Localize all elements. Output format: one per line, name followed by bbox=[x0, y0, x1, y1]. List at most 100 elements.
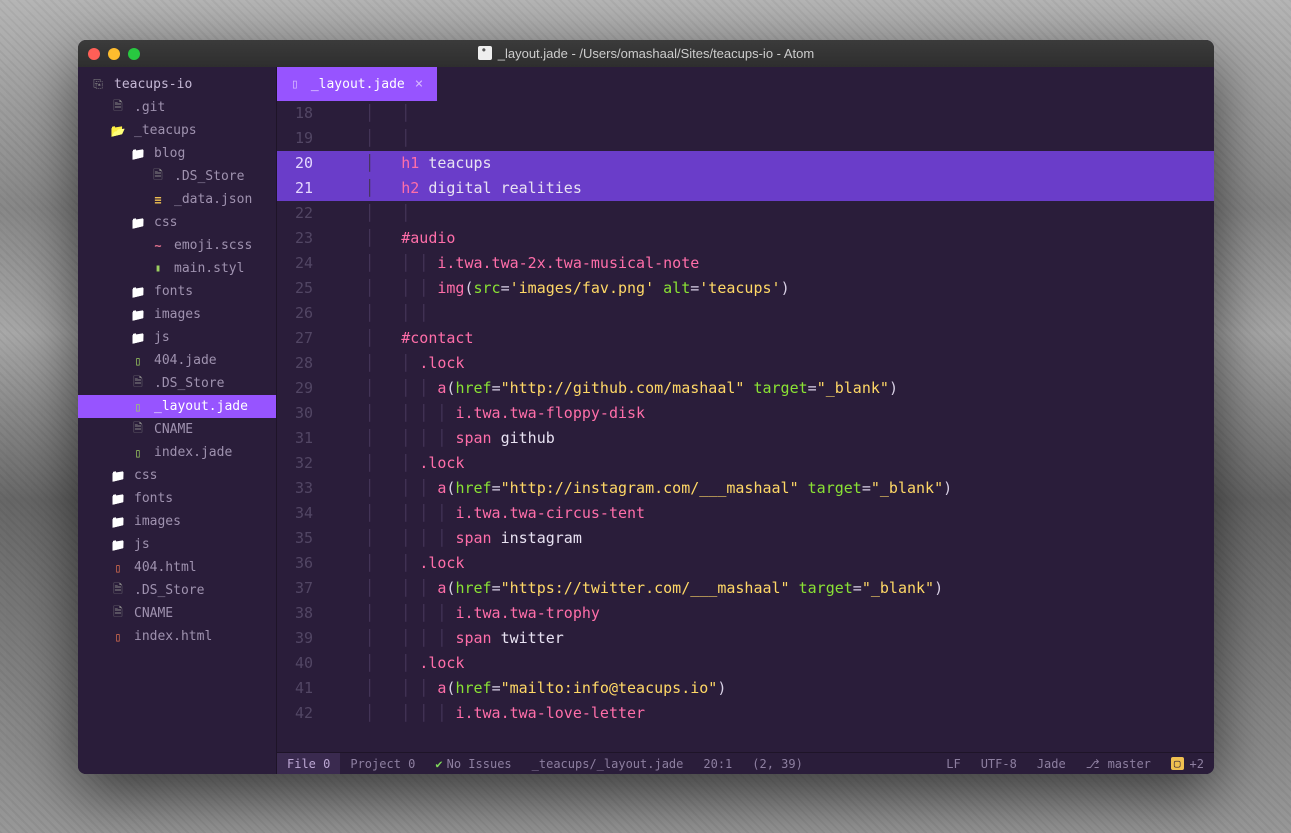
file-icon bbox=[110, 606, 126, 622]
line-number[interactable]: 40 bbox=[280, 651, 313, 676]
code-line[interactable]: │ │ │ │ span github bbox=[321, 426, 1214, 451]
close-tab-button[interactable]: × bbox=[415, 76, 423, 92]
code-line[interactable]: │ │ .lock bbox=[321, 651, 1214, 676]
zoom-window-button[interactable] bbox=[128, 48, 140, 60]
tree-item[interactable]: js bbox=[78, 533, 276, 556]
line-number[interactable]: 18 bbox=[280, 101, 313, 126]
code-line[interactable]: │ │ │ img(src='images/fav.png' alt='teac… bbox=[321, 276, 1214, 301]
line-gutter[interactable]: 1819202122232425262728293031323334353637… bbox=[277, 101, 321, 752]
line-number[interactable]: 29 bbox=[280, 376, 313, 401]
code-area[interactable]: │ │ │ │ │ h1 teacups │ h2 digital realit… bbox=[321, 101, 1214, 752]
minimize-window-button[interactable] bbox=[108, 48, 120, 60]
code-line[interactable]: │ │ │ a(href="mailto:info@teacups.io") bbox=[321, 676, 1214, 701]
tree-item[interactable]: 404.jade bbox=[78, 349, 276, 372]
tree-item[interactable]: CNAME bbox=[78, 602, 276, 625]
tree-item[interactable]: fonts bbox=[78, 487, 276, 510]
window-titlebar[interactable]: _layout.jade - /Users/omashaal/Sites/tea… bbox=[78, 40, 1214, 67]
line-number[interactable]: 25 bbox=[280, 276, 313, 301]
code-editor[interactable]: 1819202122232425262728293031323334353637… bbox=[277, 101, 1214, 752]
line-number[interactable]: 39 bbox=[280, 626, 313, 651]
status-cursor[interactable]: 20:1 bbox=[693, 753, 742, 774]
tree-item[interactable]: images bbox=[78, 303, 276, 326]
code-line[interactable]: │ │ │ │ i.twa.twa-love-letter bbox=[321, 701, 1214, 726]
code-line[interactable]: │ #audio bbox=[321, 226, 1214, 251]
tree-item[interactable]: images bbox=[78, 510, 276, 533]
status-git-diff[interactable]: ▢+2 bbox=[1161, 753, 1214, 774]
tree-item[interactable]: fonts bbox=[78, 280, 276, 303]
tree-item[interactable]: blog bbox=[78, 142, 276, 165]
tree-item[interactable]: .git bbox=[78, 96, 276, 119]
line-number[interactable]: 22 bbox=[280, 201, 313, 226]
code-line[interactable]: │ │ .lock bbox=[321, 551, 1214, 576]
project-tree[interactable]: teacups-io .git_teacupsblog.DS_Store_dat… bbox=[78, 67, 276, 774]
code-line[interactable]: │ │ .lock bbox=[321, 351, 1214, 376]
line-number[interactable]: 24 bbox=[280, 251, 313, 276]
line-number[interactable]: 21 bbox=[277, 176, 321, 201]
code-line[interactable]: │ │ bbox=[321, 201, 1214, 226]
tree-item-label: 404.html bbox=[134, 560, 197, 575]
tree-item[interactable]: main.styl bbox=[78, 257, 276, 280]
line-number[interactable]: 30 bbox=[280, 401, 313, 426]
code-line[interactable]: │ h1 teacups bbox=[321, 151, 1214, 176]
status-issues[interactable]: ✔No Issues bbox=[425, 753, 521, 774]
tree-item[interactable]: _layout.jade bbox=[78, 395, 276, 418]
code-line[interactable]: │ │ bbox=[321, 126, 1214, 151]
line-number[interactable]: 27 bbox=[280, 326, 313, 351]
code-line[interactable]: │ │ │ │ span instagram bbox=[321, 526, 1214, 551]
line-number[interactable]: 41 bbox=[280, 676, 313, 701]
status-file[interactable]: File 0 bbox=[277, 753, 340, 774]
tree-item-label: blog bbox=[154, 146, 185, 161]
line-number[interactable]: 31 bbox=[280, 426, 313, 451]
line-number[interactable]: 36 bbox=[280, 551, 313, 576]
tree-item[interactable]: CNAME bbox=[78, 418, 276, 441]
status-language[interactable]: Jade bbox=[1027, 753, 1076, 774]
tree-item[interactable]: js bbox=[78, 326, 276, 349]
status-path[interactable]: _teacups/_layout.jade bbox=[522, 753, 694, 774]
code-line[interactable]: │ │ │ a(href="http://instagram.com/___ma… bbox=[321, 476, 1214, 501]
tree-item[interactable]: emoji.scss bbox=[78, 234, 276, 257]
tree-item[interactable]: _teacups bbox=[78, 119, 276, 142]
line-number[interactable]: 33 bbox=[280, 476, 313, 501]
code-line[interactable]: │ h2 digital realities bbox=[321, 176, 1214, 201]
status-project[interactable]: Project 0 bbox=[340, 753, 425, 774]
code-line[interactable]: │ #contact bbox=[321, 326, 1214, 351]
line-number[interactable]: 35 bbox=[280, 526, 313, 551]
close-window-button[interactable] bbox=[88, 48, 100, 60]
tab-layout-jade[interactable]: _layout.jade × bbox=[277, 67, 437, 101]
code-line[interactable]: │ │ │ │ i.twa.twa-circus-tent bbox=[321, 501, 1214, 526]
code-line[interactable]: │ │ │ bbox=[321, 301, 1214, 326]
tree-item[interactable]: index.html bbox=[78, 625, 276, 648]
code-line[interactable]: │ │ │ │ span twitter bbox=[321, 626, 1214, 651]
tree-item[interactable]: .DS_Store bbox=[78, 165, 276, 188]
line-number[interactable]: 26 bbox=[280, 301, 313, 326]
line-number[interactable]: 19 bbox=[280, 126, 313, 151]
tree-item[interactable]: css bbox=[78, 211, 276, 234]
tree-item[interactable]: index.jade bbox=[78, 441, 276, 464]
line-number[interactable]: 37 bbox=[280, 576, 313, 601]
tree-item-label: .DS_Store bbox=[154, 376, 224, 391]
tree-item[interactable]: 404.html bbox=[78, 556, 276, 579]
status-encoding[interactable]: UTF-8 bbox=[971, 753, 1027, 774]
code-line[interactable]: │ │ .lock bbox=[321, 451, 1214, 476]
tree-root[interactable]: teacups-io bbox=[78, 73, 276, 96]
code-line[interactable]: │ │ │ │ i.twa.twa-trophy bbox=[321, 601, 1214, 626]
tree-item[interactable]: _data.json bbox=[78, 188, 276, 211]
tree-item[interactable]: css bbox=[78, 464, 276, 487]
code-line[interactable]: │ │ │ a(href="http://github.com/mashaal"… bbox=[321, 376, 1214, 401]
line-number[interactable]: 38 bbox=[280, 601, 313, 626]
code-line[interactable]: │ │ │ a(href="https://twitter.com/___mas… bbox=[321, 576, 1214, 601]
line-number[interactable]: 20 bbox=[277, 151, 321, 176]
tree-item[interactable]: .DS_Store bbox=[78, 579, 276, 602]
line-number[interactable]: 32 bbox=[280, 451, 313, 476]
code-line[interactable]: │ │ │ │ i.twa.twa-floppy-disk bbox=[321, 401, 1214, 426]
line-number[interactable]: 34 bbox=[280, 501, 313, 526]
status-branch[interactable]: master bbox=[1076, 753, 1161, 774]
code-line[interactable]: │ │ │ i.twa.twa-2x.twa-musical-note bbox=[321, 251, 1214, 276]
line-number[interactable]: 23 bbox=[280, 226, 313, 251]
line-number[interactable]: 42 bbox=[280, 701, 313, 726]
line-number[interactable]: 28 bbox=[280, 351, 313, 376]
status-line-ending[interactable]: LF bbox=[936, 753, 970, 774]
file-icon bbox=[110, 100, 126, 116]
code-line[interactable]: │ │ bbox=[321, 101, 1214, 126]
tree-item[interactable]: .DS_Store bbox=[78, 372, 276, 395]
